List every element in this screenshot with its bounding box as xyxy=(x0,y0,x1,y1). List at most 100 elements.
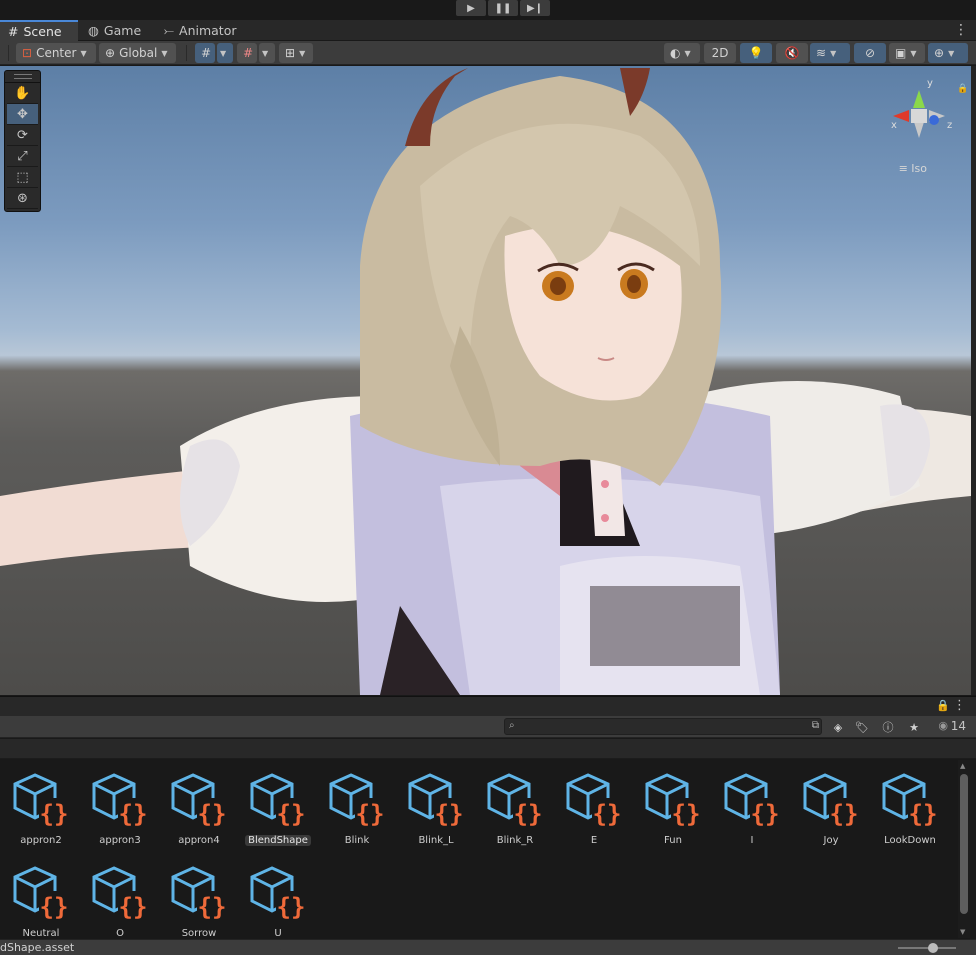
scroll-up-icon[interactable]: ▲ xyxy=(960,762,965,770)
camera-dropdown[interactable]: ▣ ▼ xyxy=(889,43,925,63)
ruler-icon: ⊞ xyxy=(285,46,296,60)
blendshape-clip-icon: {} xyxy=(329,773,385,828)
svg-text:{}: {} xyxy=(277,893,306,921)
play-button[interactable]: ▶ xyxy=(456,0,486,16)
pivot-dropdown[interactable]: ⊡ Center ▼ xyxy=(16,43,96,63)
svg-text:{}: {} xyxy=(198,800,227,828)
projection-toggle[interactable]: ≡ Iso xyxy=(899,162,927,175)
asset-label: E xyxy=(590,835,598,846)
tab-game[interactable]: ◍ Game xyxy=(80,20,154,41)
kebab-menu-icon[interactable]: ⋮ xyxy=(954,22,968,38)
asset-label: I xyxy=(750,835,754,846)
grid-toggle-button[interactable]: # xyxy=(195,43,215,63)
grid-dropdown[interactable]: ▼ xyxy=(217,43,233,63)
blendshape-clip-icon: {} xyxy=(171,773,227,828)
play-icon: ▶ xyxy=(467,2,475,14)
search-input[interactable] xyxy=(523,720,803,733)
asset-label: Neutral xyxy=(22,928,60,939)
snap-dropdown[interactable]: ▼ xyxy=(259,43,275,63)
asset-item[interactable]: {} Blink_R xyxy=(476,760,554,846)
lock-icon[interactable]: 🔒 xyxy=(936,699,950,712)
shading-sphere-icon: ◐ xyxy=(670,46,681,60)
asset-scrollbar[interactable]: ▲ ▼ xyxy=(958,760,970,938)
tab-animator[interactable]: ⤚ Animator xyxy=(156,20,246,41)
rect-icon: ⬚ xyxy=(16,169,29,185)
asset-item[interactable]: {} BlendShape xyxy=(239,760,317,846)
scene-visibility-button[interactable]: ⊘ xyxy=(854,43,886,63)
slider-handle[interactable] xyxy=(928,943,938,953)
blendshape-clip-icon: {} xyxy=(645,773,701,828)
lighting-toggle-button[interactable]: 💡 xyxy=(740,43,772,63)
toolbar-separator xyxy=(186,45,187,61)
kebab-menu-icon[interactable]: ⋮ xyxy=(953,698,966,713)
svg-text:{}: {} xyxy=(751,800,780,828)
draw-mode-dropdown[interactable]: ◐ ▼ xyxy=(664,43,700,63)
asset-item[interactable]: {} I xyxy=(713,760,791,846)
snap-icon: # xyxy=(243,46,254,60)
globe-icon: ⊕ xyxy=(105,46,116,60)
snap-toggle-button[interactable]: # xyxy=(237,43,257,63)
effects-dropdown[interactable]: ≋ ▼ xyxy=(810,43,850,63)
pivot-icon: ⊡ xyxy=(22,46,33,60)
asset-item[interactable]: {} LookDown xyxy=(871,760,949,846)
transform-tool-button[interactable]: ⊛ xyxy=(7,188,38,209)
search-by-type-button[interactable]: ◈ xyxy=(828,719,848,735)
blendshape-clip-icon: {} xyxy=(13,866,69,921)
step-button[interactable]: ▶❙ xyxy=(520,0,550,16)
scale-tool-button[interactable]: ⤢ xyxy=(7,146,38,167)
asset-item[interactable]: {} Joy xyxy=(792,760,870,846)
gizmo-globe-icon: ⊕ xyxy=(934,46,945,60)
blendshape-clip-icon: {} xyxy=(92,866,148,921)
asset-item[interactable]: {} E xyxy=(555,760,633,846)
tab-label: Game xyxy=(103,23,142,38)
hidden-packages-count[interactable]: 14 xyxy=(951,719,966,733)
log-filter-button[interactable]: ⓘ xyxy=(878,719,898,735)
hand-tool-button[interactable]: ✋ xyxy=(7,83,38,104)
asset-label: Joy xyxy=(823,835,839,846)
scroll-down-icon[interactable]: ▼ xyxy=(960,928,965,936)
blendshape-clip-icon: {} xyxy=(566,773,622,828)
blendshape-clip-icon: {} xyxy=(408,773,464,828)
asset-item[interactable]: {} appron4 xyxy=(160,760,238,846)
palette-grip[interactable] xyxy=(5,71,40,83)
icon-size-slider[interactable] xyxy=(898,943,956,953)
asset-item[interactable]: {} Sorrow xyxy=(160,853,238,939)
asset-item[interactable]: {} O xyxy=(81,853,159,939)
asset-label: Fun xyxy=(664,835,682,846)
asset-item[interactable]: {} appron3 xyxy=(81,760,159,846)
space-dropdown[interactable]: ⊕ Global ▼ xyxy=(99,43,176,63)
increment-snap-dropdown[interactable]: ⊞ ▼ xyxy=(279,43,313,63)
chevron-down-icon: ▼ xyxy=(80,48,87,58)
scroll-thumb[interactable] xyxy=(960,774,968,914)
scene-viewport[interactable]: ✋ ✥ ⟳ ⤢ ⬚ ⊛ y x z 🔒 ≡ Iso xyxy=(0,66,971,695)
lock-icon[interactable]: 🔒 xyxy=(957,84,968,94)
asset-item[interactable]: {} appron2 xyxy=(2,760,80,846)
space-label: Global xyxy=(119,46,158,60)
pause-button[interactable]: ❚❚ xyxy=(488,0,518,16)
asset-item[interactable]: {} Fun xyxy=(634,760,712,846)
move-tool-button[interactable]: ✥ xyxy=(7,104,38,125)
asset-item[interactable]: {} U xyxy=(239,853,317,939)
favorites-button[interactable]: ★ xyxy=(904,719,924,735)
search-by-label-button[interactable]: 🏷 xyxy=(852,719,872,735)
mode-2d-button[interactable]: 2D xyxy=(704,43,736,63)
orientation-gizmo[interactable]: y x z 🔒 xyxy=(879,74,968,154)
rotate-tool-button[interactable]: ⟳ xyxy=(7,125,38,146)
svg-text:{}: {} xyxy=(119,800,148,828)
asset-item[interactable]: {} Blink xyxy=(318,760,396,846)
asset-item[interactable]: {} Blink_L xyxy=(397,760,475,846)
asset-item[interactable]: {} Neutral xyxy=(2,853,80,939)
project-panel-header: 🔒 ⋮ xyxy=(0,696,976,716)
gizmos-dropdown[interactable]: ⊕ ▼ xyxy=(928,43,968,63)
scene-tab-bar: # Scene ◍ Game ⤚ Animator ⋮ xyxy=(0,20,976,41)
tab-scene[interactable]: # Scene xyxy=(0,20,78,41)
blendshape-clip-icon: {} xyxy=(882,773,938,828)
rotate-icon: ⟳ xyxy=(17,127,28,143)
rect-tool-button[interactable]: ⬚ xyxy=(7,167,38,188)
svg-text:{}: {} xyxy=(119,893,148,921)
search-options-icon[interactable]: ⧉ xyxy=(812,720,819,731)
blendshape-clip-icon: {} xyxy=(250,773,306,828)
svg-text:{}: {} xyxy=(40,893,69,921)
blendshape-clip-icon: {} xyxy=(92,773,148,828)
audio-toggle-button[interactable]: 🔇 xyxy=(776,43,808,63)
